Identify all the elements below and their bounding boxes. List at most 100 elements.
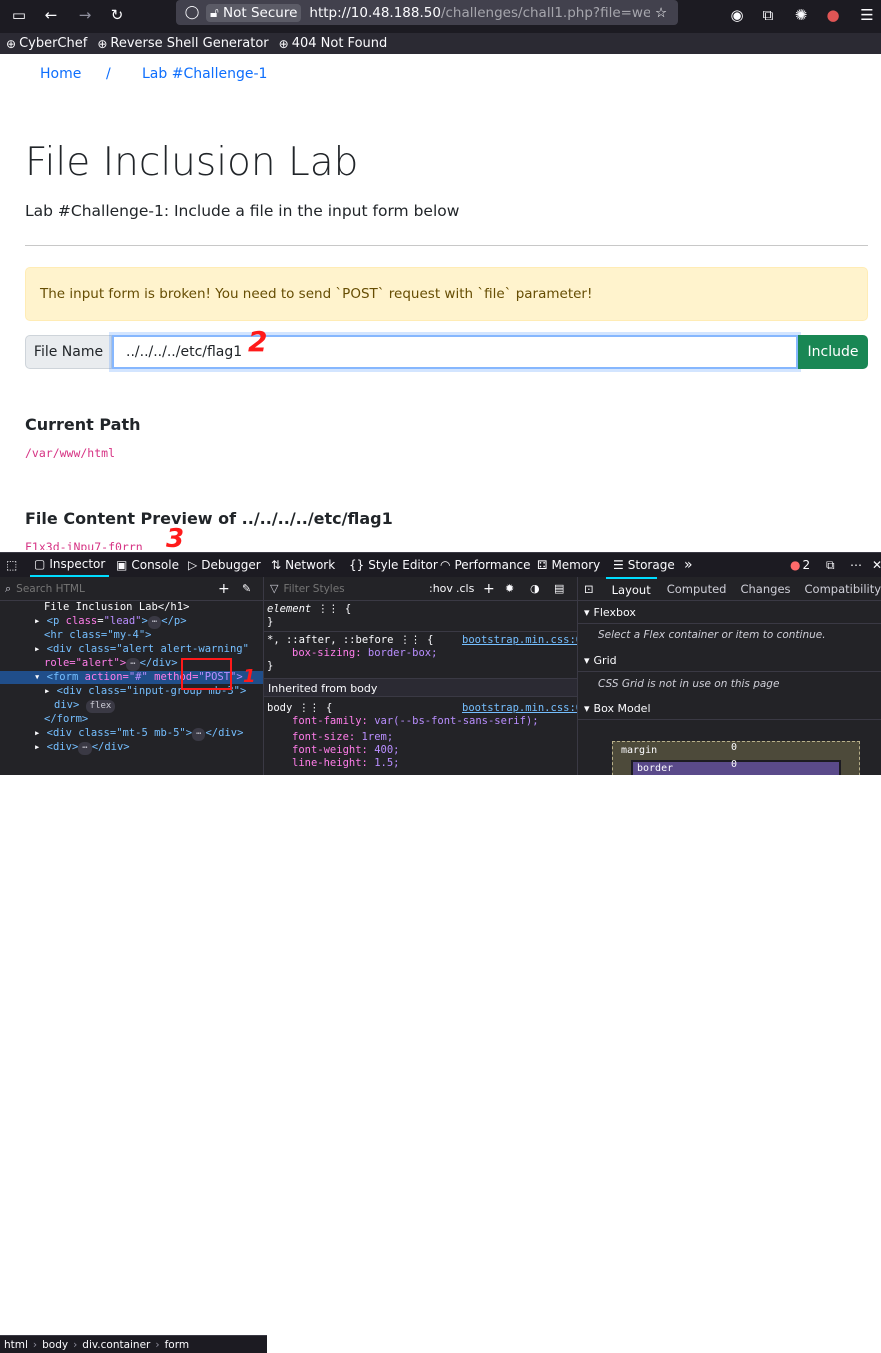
declaration[interactable]: font-family: var(--bs-font-sans-serif); (292, 715, 539, 728)
stylesheet-link[interactable]: bootstrap.min.css:6 (462, 634, 577, 646)
html-line[interactable]: ▸ <div> ⋯ </div> (0, 741, 263, 755)
html-line[interactable]: div> flex (0, 699, 263, 713)
account-icon[interactable]: ◉ (726, 4, 748, 26)
html-line[interactable]: File Inclusion Lab</h1> (0, 601, 263, 614)
css-prop: box-sizing: (292, 647, 362, 659)
debugger-icon: ▷ (188, 558, 198, 572)
declaration[interactable]: font-size: 1rem; (292, 731, 393, 744)
back-icon[interactable]: ← (40, 4, 62, 26)
html-line[interactable]: ▸ <div class="mt-5 mb-5"> ⋯ </div> (0, 727, 263, 741)
tab-label: Network (285, 558, 336, 572)
border-value[interactable]: 0 (731, 759, 737, 770)
flexbox-section-header[interactable]: ▾ Flexbox (578, 601, 881, 624)
element-rule[interactable]: element ⋮⋮ { (267, 603, 351, 616)
breadcrumb-item[interactable]: body (42, 1339, 68, 1351)
extensions-icon[interactable]: ⧉ (757, 4, 779, 26)
declaration[interactable]: line-height: 1.5; (292, 757, 399, 770)
forward-icon[interactable]: → (74, 4, 96, 26)
declaration[interactable]: box-sizing: border-box; (292, 647, 437, 660)
tab-layout[interactable]: Layout (605, 577, 657, 600)
include-button[interactable]: Include (798, 335, 868, 369)
ellipsis-badge[interactable]: ⋯ (192, 728, 206, 741)
breadcrumb-current[interactable]: Lab #Challenge-1 (142, 66, 267, 82)
filter-icon: ▽ (270, 582, 279, 595)
bookmark-star-icon[interactable]: ☆ (650, 5, 672, 21)
box-model-margin[interactable]: margin 0 border 0 (612, 741, 860, 775)
ellipsis-badge[interactable]: ⋯ (126, 658, 140, 671)
html-tag: <form (46, 671, 79, 683)
eyedropper-icon[interactable]: ✎ (242, 582, 251, 595)
universal-rule[interactable]: *, ::after, ::before ⋮⋮ { (267, 634, 433, 647)
ellipsis-badge[interactable]: ⋯ (78, 742, 92, 755)
bookmark-404[interactable]: ⊕ 404 Not Found (279, 36, 388, 51)
html-tag: div> (54, 699, 80, 711)
flexbox-note: Select a Flex container or item to conti… (598, 629, 826, 641)
globe-icon: ⊕ (97, 36, 108, 51)
tab-style-editor[interactable]: {} Style Editor (349, 553, 438, 577)
addon-icon[interactable]: ● (822, 4, 844, 26)
bookmark-cyberchef[interactable]: ⊕ CyberChef (6, 36, 87, 51)
html-line[interactable]: ▸ <p class="lead"> ⋯ </p> (0, 615, 263, 629)
brace: } (267, 616, 274, 628)
more-tabs-icon[interactable]: » (684, 553, 693, 577)
add-node-icon[interactable]: + (218, 581, 230, 597)
close-devtools-icon[interactable]: ✕ (872, 553, 881, 577)
reload-icon[interactable]: ↻ (106, 4, 128, 26)
rule-selector: body (267, 702, 293, 714)
breadcrumb-item[interactable]: div.container (82, 1339, 150, 1351)
sidebar-toggle-icon[interactable]: ▭ (8, 4, 30, 26)
box-model-section-header[interactable]: ▾ Box Model (578, 697, 881, 720)
tab-debugger[interactable]: ▷ Debugger (188, 553, 261, 577)
file-name-input[interactable] (112, 335, 798, 369)
tab-inspector[interactable]: ▢ Inspector (30, 553, 110, 577)
tab-console[interactable]: ▣ Console (116, 553, 179, 577)
html-line[interactable]: ▸ <div class="alert alert-warning" (0, 643, 263, 656)
element-picker-icon[interactable]: ⬚ (6, 553, 17, 577)
menu-icon[interactable]: ☰ (856, 4, 878, 26)
error-count-badge[interactable]: ● 2 (790, 553, 810, 577)
toggle-sidebar-icon[interactable]: ⊡ (584, 582, 594, 596)
breadcrumb-item[interactable]: form (165, 1339, 189, 1351)
box-model-border[interactable]: border 0 (631, 759, 841, 775)
html-line[interactable]: <hr class="my-4"> (0, 629, 263, 642)
current-path-heading: Current Path (25, 415, 141, 434)
html-tag: </div> (139, 657, 178, 669)
filter-styles-bar: ▽ :hov .cls + ✹ ◑ ▤ (264, 577, 577, 601)
tab-performance[interactable]: ◠ Performance (440, 553, 531, 577)
shield-icon[interactable]: ◯ (182, 5, 202, 20)
css-value: 1.5; (374, 757, 400, 769)
cls-toggle[interactable]: .cls (456, 582, 474, 595)
tab-compatibility[interactable]: Compatibility (805, 582, 881, 596)
body-rule[interactable]: body ⋮⋮ { (267, 702, 332, 715)
tab-computed[interactable]: Computed (667, 582, 727, 596)
stylesheet-link[interactable]: bootstrap.min.css:6 (462, 702, 577, 714)
declaration[interactable]: font-weight: 400; (292, 744, 399, 757)
breadcrumb-item[interactable]: html (4, 1339, 28, 1351)
address-bar[interactable]: ◯ 🔓︎ Not Secure http://10.48.188.50/chal… (176, 0, 678, 25)
url-host: http://10.48.188.50 (309, 4, 441, 21)
dark-theme-icon[interactable]: ◑ (530, 582, 540, 595)
url-text[interactable]: http://10.48.188.50/challenges/chall1.ph… (309, 5, 650, 21)
security-indicator[interactable]: 🔓︎ Not Secure (206, 3, 302, 22)
flex-badge[interactable]: flex (85, 700, 116, 713)
bookmark-reverse-shell[interactable]: ⊕ Reverse Shell Generator (97, 36, 268, 51)
breadcrumb-home[interactable]: Home (40, 66, 81, 82)
filter-styles-input[interactable] (281, 581, 406, 596)
light-theme-icon[interactable]: ✹ (505, 582, 514, 595)
print-icon[interactable]: ▤ (554, 582, 564, 595)
dock-icon[interactable]: ⧉ (826, 553, 835, 577)
hov-toggle[interactable]: :hov (429, 582, 453, 595)
add-rule-icon[interactable]: + (483, 581, 495, 597)
html-line[interactable]: </form> (0, 713, 263, 726)
margin-value[interactable]: 0 (731, 742, 737, 753)
tab-network[interactable]: ⇅ Network (271, 553, 335, 577)
search-html-input[interactable] (14, 581, 189, 596)
ellipsis-badge[interactable]: ⋯ (147, 616, 162, 629)
grid-section-header[interactable]: ▾ Grid (578, 649, 881, 672)
tab-memory[interactable]: ⚃ Memory (537, 553, 600, 577)
tab-storage[interactable]: ☰ Storage (613, 553, 675, 577)
more-options-icon[interactable]: ⋯ (850, 553, 862, 577)
extension-icon[interactable]: ✺ (790, 4, 812, 26)
tab-changes[interactable]: Changes (740, 582, 790, 596)
css-prop: font-size: (292, 731, 356, 743)
